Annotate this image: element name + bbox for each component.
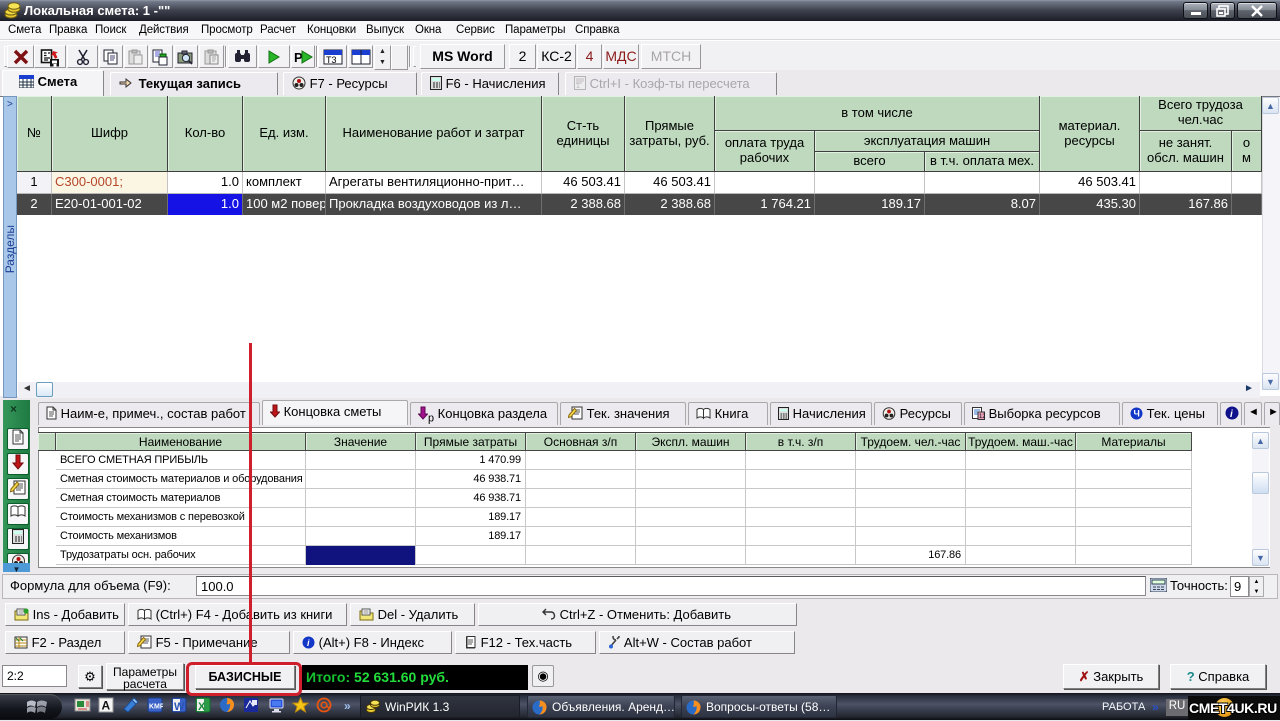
svg-text:Ч: Ч xyxy=(1134,409,1140,419)
svg-text:W: W xyxy=(174,701,185,713)
svg-text:12: 12 xyxy=(979,414,985,420)
svg-text:i: i xyxy=(1230,409,1233,420)
svg-text:1: 1 xyxy=(576,83,580,90)
svg-text:X: X xyxy=(198,701,206,713)
svg-text:A: A xyxy=(102,699,111,713)
svg-text:KMP: KMP xyxy=(149,704,163,711)
svg-text:T3: T3 xyxy=(326,55,337,65)
